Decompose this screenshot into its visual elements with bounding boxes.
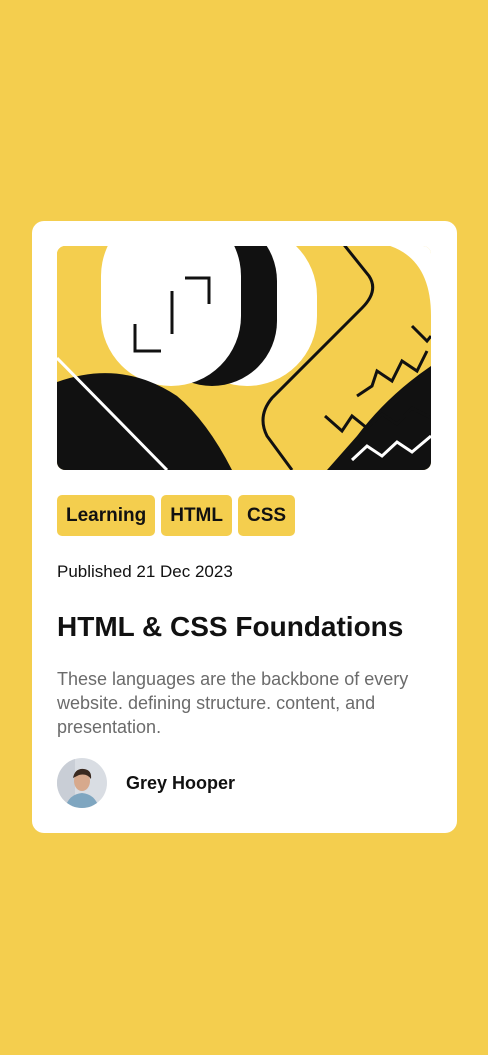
tag-html[interactable]: HTML xyxy=(161,495,232,536)
published-date: Published 21 Dec 2023 xyxy=(57,562,233,581)
tag-learning[interactable]: Learning xyxy=(57,495,156,536)
avatar xyxy=(57,758,107,808)
author-name: Grey Hooper xyxy=(126,772,236,793)
blog-preview-card: Learning HTML CSS Published 21 Dec 2023 … xyxy=(32,221,457,833)
card-title[interactable]: HTML & CSS Foundations xyxy=(57,611,403,643)
card-description: These languages are the backbone of ever… xyxy=(57,669,409,737)
card-illustration xyxy=(57,246,431,470)
author-info: Grey Hooper xyxy=(57,758,235,808)
tag-list: Learning HTML CSS xyxy=(57,495,296,536)
tag-css[interactable]: CSS xyxy=(238,495,296,536)
